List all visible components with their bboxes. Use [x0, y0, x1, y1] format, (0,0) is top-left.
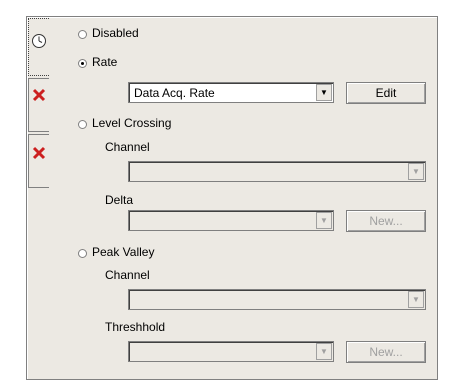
vertical-tab-strip — [26, 16, 50, 380]
radio-rate[interactable] — [78, 59, 87, 68]
label-channel: Channel — [105, 140, 150, 154]
edit-button[interactable]: Edit — [346, 82, 426, 104]
rate-select-value: Data Acq. Rate — [134, 86, 215, 100]
level-channel-select[interactable]: ▼ — [128, 161, 426, 182]
radio-disabled[interactable] — [78, 30, 87, 39]
delta-new-button[interactable]: New... — [346, 210, 426, 232]
red-x-icon — [31, 87, 47, 106]
chevron-down-icon[interactable]: ▼ — [316, 343, 332, 360]
label-level-crossing: Level Crossing — [92, 116, 172, 130]
red-x-icon — [31, 145, 47, 164]
peak-channel-select[interactable]: ▼ — [128, 289, 426, 310]
tab-clock[interactable] — [28, 18, 49, 76]
threshold-select[interactable]: ▼ — [128, 341, 334, 362]
label-disabled: Disabled — [92, 26, 139, 40]
tab-error-1[interactable] — [28, 78, 49, 132]
threshold-new-button[interactable]: New... — [346, 341, 426, 363]
clock-icon — [31, 33, 47, 52]
tab-error-2[interactable] — [28, 134, 49, 188]
radio-level-crossing[interactable] — [78, 120, 87, 129]
label-delta: Delta — [105, 193, 134, 207]
label-peak-channel: Channel — [105, 268, 150, 282]
chevron-down-icon[interactable]: ▼ — [316, 84, 332, 101]
label-peak-valley: Peak Valley — [92, 245, 155, 259]
delta-select[interactable]: ▼ — [128, 210, 334, 231]
chevron-down-icon[interactable]: ▼ — [408, 163, 424, 180]
label-threshold: Threshhold — [105, 320, 166, 334]
rate-select[interactable]: Data Acq. Rate ▼ — [128, 82, 334, 103]
chevron-down-icon[interactable]: ▼ — [316, 212, 332, 229]
settings-panel — [26, 16, 438, 380]
chevron-down-icon[interactable]: ▼ — [408, 291, 424, 308]
label-rate: Rate — [92, 55, 118, 69]
radio-peak-valley[interactable] — [78, 249, 87, 258]
